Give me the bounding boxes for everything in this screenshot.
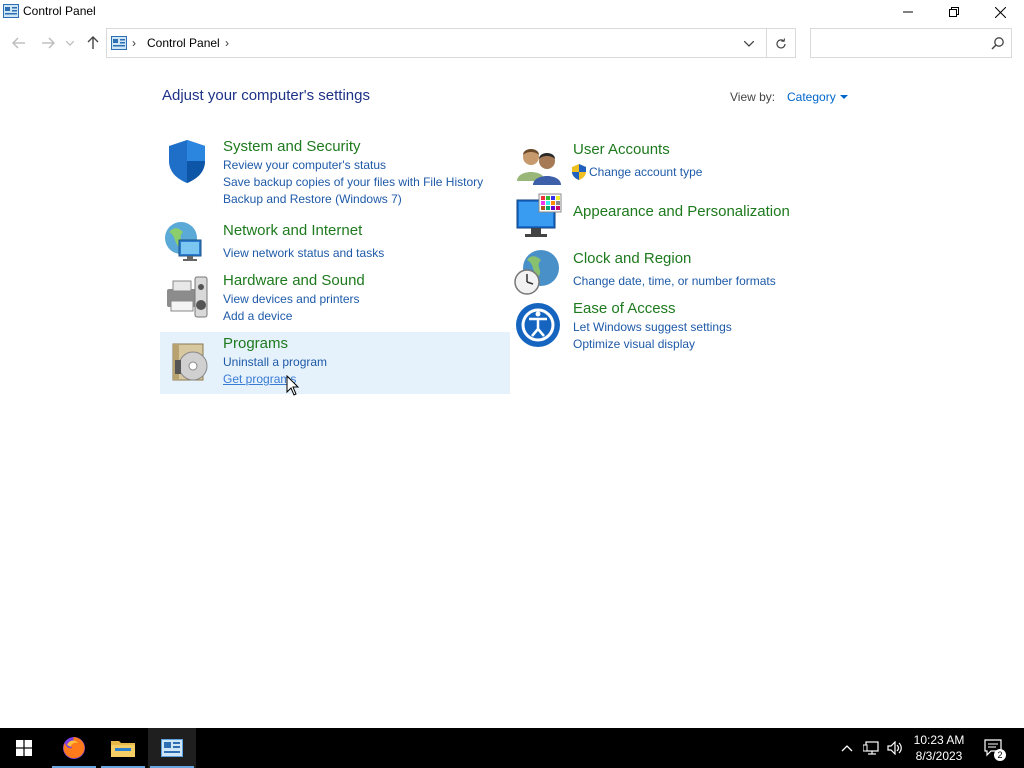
category-title-hardware-sound[interactable]: Hardware and Sound	[223, 272, 365, 289]
category-title-ease-of-access[interactable]: Ease of Access	[573, 300, 676, 317]
chevron-up-icon	[841, 745, 853, 752]
chevron-down-icon	[66, 40, 74, 46]
restore-icon	[949, 7, 959, 17]
address-history-dropdown[interactable]	[739, 35, 759, 53]
up-button[interactable]	[84, 34, 102, 52]
programs-disc-icon[interactable]	[165, 338, 213, 386]
network-icon	[863, 741, 879, 755]
printer-speaker-icon[interactable]	[163, 271, 211, 319]
category-title-user-accounts[interactable]: User Accounts	[573, 141, 670, 158]
arrow-right-icon	[42, 37, 55, 49]
link-devices-printers[interactable]: View devices and printers	[223, 292, 360, 306]
link-file-history[interactable]: Save backup copies of your files with Fi…	[223, 175, 483, 189]
link-optimize-display[interactable]: Optimize visual display	[573, 337, 695, 351]
control-panel-small-icon	[111, 36, 127, 50]
network-tray-button[interactable]	[860, 728, 882, 768]
search-box[interactable]	[810, 28, 1012, 58]
restore-button[interactable]	[931, 0, 977, 24]
address-divider	[766, 29, 767, 57]
firefox-icon	[63, 737, 85, 759]
link-suggest-settings[interactable]: Let Windows suggest settings	[573, 320, 732, 334]
uac-shield-icon	[572, 164, 586, 180]
link-backup-restore[interactable]: Backup and Restore (Windows 7)	[223, 192, 402, 206]
view-by-dropdown[interactable]: Category	[787, 90, 836, 104]
control-panel-taskbar-icon	[161, 739, 183, 757]
control-panel-window: Control Panel › Control Panel › Adjust y…	[0, 0, 1024, 728]
link-uninstall-program[interactable]: Uninstall a program	[223, 355, 327, 369]
category-title-clock-region[interactable]: Clock and Region	[573, 250, 691, 267]
caret-down-icon[interactable]	[840, 95, 848, 99]
volume-icon	[887, 741, 902, 755]
ease-of-access-icon[interactable]	[515, 302, 563, 350]
taskbar-control-panel[interactable]	[148, 728, 196, 768]
forward-button[interactable]	[39, 34, 57, 52]
chevron-down-icon	[744, 41, 754, 47]
back-button[interactable]	[10, 34, 28, 52]
address-bar[interactable]: › Control Panel ›	[106, 28, 796, 58]
link-review-status[interactable]: Review your computer's status	[223, 158, 386, 172]
clock-globe-icon[interactable]	[513, 248, 561, 296]
clock-date: 8/3/2023	[915, 749, 963, 763]
search-input[interactable]	[815, 33, 985, 53]
network-globe-icon[interactable]	[163, 218, 211, 266]
taskbar-clock[interactable]: 10:23 AM 8/3/2023	[905, 732, 973, 764]
folder-icon	[111, 741, 135, 757]
clock-time: 10:23 AM	[913, 733, 965, 747]
title-bar: Control Panel	[0, 0, 1024, 24]
show-hidden-icons-button[interactable]	[838, 728, 856, 768]
taskbar: 10:23 AM 8/3/2023 2	[0, 728, 1024, 768]
page-heading: Adjust your computer's settings	[162, 87, 370, 104]
users-icon[interactable]	[515, 141, 563, 189]
category-title-network-internet[interactable]: Network and Internet	[223, 222, 362, 239]
close-icon	[994, 6, 1006, 18]
link-add-device[interactable]: Add a device	[223, 309, 292, 323]
refresh-button[interactable]	[771, 35, 791, 53]
link-date-time-formats[interactable]: Change date, time, or number formats	[573, 274, 776, 288]
close-button[interactable]	[977, 0, 1023, 24]
mouse-cursor-icon	[286, 375, 300, 396]
link-network-status[interactable]: View network status and tasks	[223, 246, 384, 260]
arrow-left-icon	[12, 37, 25, 49]
category-title-programs[interactable]: Programs	[223, 335, 288, 352]
taskbar-file-explorer[interactable]	[99, 728, 147, 768]
notification-count-badge: 2	[994, 749, 1006, 761]
arrow-up-icon	[87, 36, 99, 49]
action-center-button[interactable]: 2	[980, 728, 1008, 768]
breadcrumb-separator[interactable]: ›	[225, 36, 229, 50]
navigation-bar: › Control Panel ›	[0, 28, 1024, 58]
breadcrumb-separator[interactable]: ›	[132, 36, 136, 50]
breadcrumb-control-panel[interactable]: Control Panel	[147, 36, 220, 50]
window-title: Control Panel	[23, 4, 96, 18]
taskbar-firefox[interactable]	[50, 728, 98, 768]
minimize-icon	[903, 11, 913, 13]
link-change-account-type[interactable]: Change account type	[589, 165, 702, 179]
monitor-palette-icon[interactable]	[515, 192, 563, 240]
category-title-appearance[interactable]: Appearance and Personalization	[573, 203, 790, 220]
control-panel-app-icon	[3, 4, 19, 18]
search-icon[interactable]	[991, 36, 1005, 50]
view-by-label: View by:	[730, 90, 776, 104]
refresh-icon	[776, 38, 786, 49]
minimize-button[interactable]	[885, 0, 931, 24]
start-button[interactable]	[0, 728, 48, 768]
category-title-system-security[interactable]: System and Security	[223, 138, 361, 155]
windows-logo-icon	[16, 740, 32, 756]
volume-tray-button[interactable]	[884, 728, 906, 768]
shield-icon[interactable]	[163, 137, 211, 185]
recent-locations-button[interactable]	[64, 34, 76, 52]
